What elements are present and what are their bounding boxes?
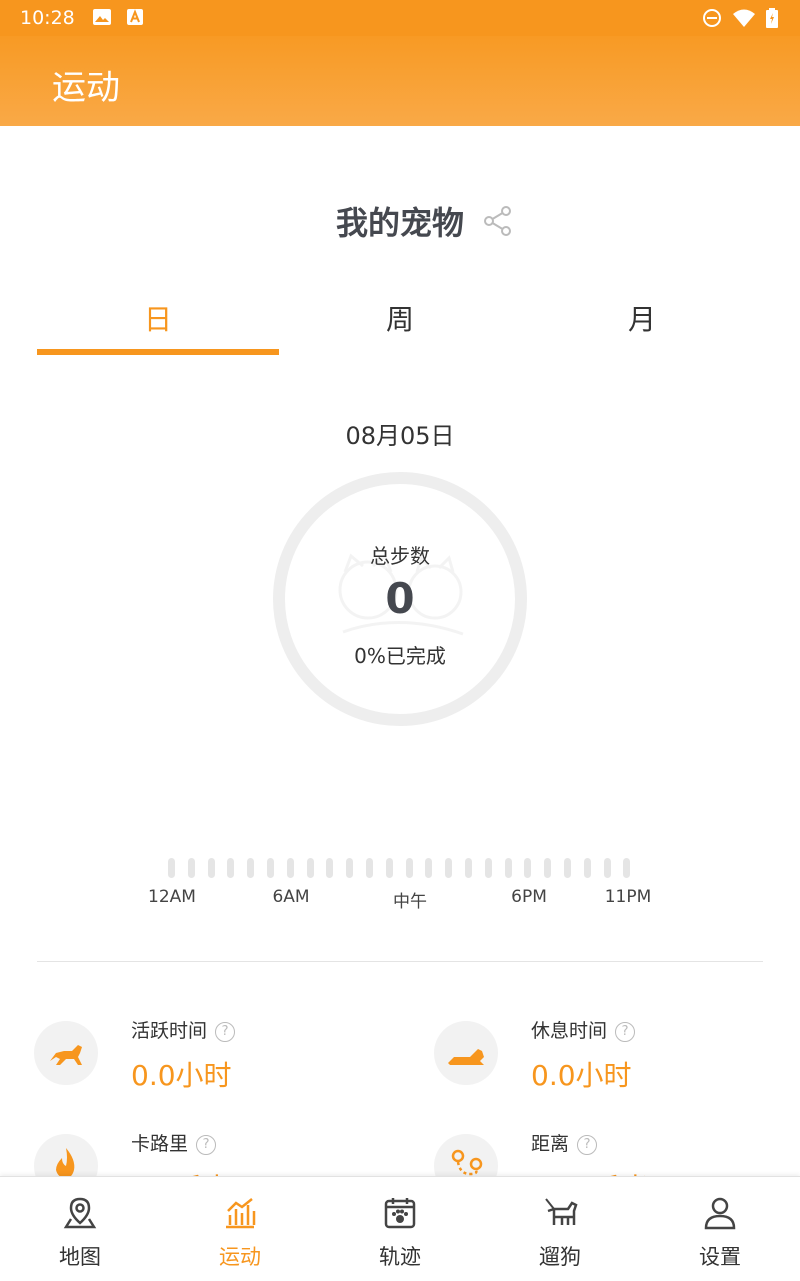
hour-bar [346,858,354,878]
hour-bar [524,858,532,878]
hour-bar [603,858,611,878]
period-tabs: 日 周 月 [37,298,763,356]
do-not-disturb-icon [702,8,722,32]
active-time-label: 活跃时间? [131,1016,236,1043]
nav-item-map[interactable]: 地图 [0,1177,160,1281]
tab-month[interactable]: 月 [521,298,763,338]
hour-bar [187,858,195,878]
bottom-nav: 地图 运动 轨迹 遛狗 设置 [0,1176,800,1281]
running-dog-icon [34,1021,98,1085]
person-icon [704,1197,736,1230]
rest-time-value: 0.0小时 [531,1059,632,1092]
hour-bar [306,858,314,878]
hour-bar [168,858,175,878]
help-icon[interactable]: ? [615,1022,636,1042]
hour-bar [425,858,433,878]
calendar-paw-icon [384,1198,416,1229]
tab-day[interactable]: 日 [37,298,279,338]
hour-bar [583,858,591,878]
tick-label: 12AM [148,887,196,907]
status-time: 10:28 [20,7,75,29]
nav-item-dog-walk[interactable]: 遛狗 [480,1177,640,1281]
calorie-label: 卡路里? [131,1129,217,1156]
resting-dog-icon [434,1021,498,1085]
nav-label: 运动 [219,1245,261,1269]
battery-icon [766,8,778,32]
nav-label: 地图 [59,1245,101,1269]
hour-bar [385,858,393,878]
nav-label: 遛狗 [539,1245,581,1269]
status-bar: 10:28 [0,0,800,36]
hour-bar [267,858,274,878]
tick-label: 6AM [272,887,310,907]
tick-label: 中午 [393,892,427,912]
gallery-icon [92,8,112,30]
dog-walking-icon [545,1198,578,1225]
activity-chart-icon [226,1198,256,1229]
share-icon[interactable] [484,206,512,240]
nav-item-settings[interactable]: 设置 [640,1177,800,1281]
hour-bar [326,858,334,878]
completion-text: 0%已完成 [354,644,446,668]
hour-bar [504,858,512,878]
tick-label: 11PM [604,887,652,907]
help-icon[interactable]: ? [577,1135,598,1155]
hour-bar [445,858,453,878]
hour-bar [484,858,492,878]
hour-bar [405,858,413,878]
help-icon[interactable]: ? [215,1022,236,1042]
map-pin-icon [63,1197,97,1229]
hour-bar [544,858,552,878]
hour-bar [207,858,215,878]
divider [37,961,763,962]
current-date: 08月05日 [345,422,455,450]
app-bar: 运动 [0,36,800,126]
hour-bar [465,858,472,878]
help-icon[interactable]: ? [196,1135,217,1155]
total-steps-label: 总步数 [370,544,430,568]
hour-bar [247,858,255,878]
tab-week[interactable]: 周 [279,298,521,338]
hour-bar [366,858,373,878]
total-steps-value: 0 [385,574,415,623]
distance-label: 距离? [531,1129,598,1156]
nav-label: 轨迹 [379,1245,421,1269]
nav-item-activity[interactable]: 运动 [160,1177,320,1281]
wifi-icon [732,8,756,32]
hour-bar [564,858,571,878]
hour-bar [623,858,631,878]
nav-item-track[interactable]: 轨迹 [320,1177,480,1281]
hour-bar [227,858,235,878]
pet-header: 我的宠物 [0,198,800,244]
nav-label: 设置 [699,1245,741,1269]
pet-name: 我的宠物 [335,204,464,242]
active-time-value: 0.0小时 [131,1059,232,1092]
font-icon [126,8,144,30]
hour-bar [286,858,294,878]
tab-indicator [37,349,279,355]
page-title: 运动 [52,68,120,108]
tick-label: 6PM [511,887,547,907]
rest-time-label: 休息时间? [531,1016,636,1043]
